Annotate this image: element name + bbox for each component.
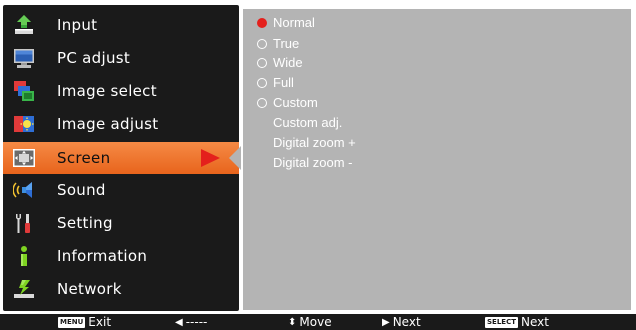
input-arrow-icon (13, 14, 35, 36)
option-label: True (273, 36, 300, 51)
menu-item-label: Image adjust (57, 115, 159, 133)
menu-item-label: Screen (57, 149, 111, 167)
menu-item-screen[interactable]: Screen (3, 142, 241, 174)
option-label: Digital zoom - (273, 155, 353, 170)
help-move: ⬍ Move (288, 315, 332, 329)
screen-submenu: Normal True Wide Full Custom Custom adj.… (243, 9, 631, 310)
radio-selected-icon (257, 18, 267, 28)
menu-item-image-adjust[interactable]: Image adjust (3, 108, 239, 140)
menu-item-input[interactable]: Input (3, 9, 239, 41)
radio-empty-icon (257, 39, 267, 49)
help-next: ▶ Next (382, 315, 421, 329)
menu-item-label: Setting (57, 214, 113, 232)
menu-item-image-select[interactable]: Image select (3, 75, 239, 107)
option-label: Full (273, 75, 294, 90)
image-select-icon (13, 80, 35, 102)
wrench-icon (13, 212, 35, 234)
left-arrow-icon: ◀ (175, 316, 183, 328)
menu-item-label: Input (57, 16, 98, 34)
menu-item-information[interactable]: Information (3, 240, 239, 272)
selection-arrow-icon (201, 149, 220, 167)
radio-empty-icon (257, 58, 267, 68)
projector-osd: Input PC adjust Image select Image adjus… (0, 0, 636, 330)
menu-item-label: Image select (57, 82, 157, 100)
screen-icon (13, 147, 35, 169)
option-label: Custom (273, 95, 318, 110)
up-down-arrow-icon: ⬍ (288, 316, 297, 328)
option-label: Digital zoom + (273, 135, 356, 150)
menu-item-label: Sound (57, 181, 106, 199)
help-select-label: Next (520, 315, 549, 329)
menu-item-network[interactable]: Network (3, 273, 239, 305)
image-adjust-icon (13, 113, 35, 135)
help-move-label: Move (299, 315, 332, 329)
menu-item-setting[interactable]: Setting (3, 207, 239, 239)
main-menu: Input PC adjust Image select Image adjus… (3, 5, 241, 311)
help-bar: MENU Exit ◀ ----- ⬍ Move ▶ Next SELECT N… (0, 314, 636, 330)
select-key-icon: SELECT (485, 316, 518, 328)
menu-item-label: Information (57, 247, 148, 265)
menu-item-sound[interactable]: Sound (3, 174, 239, 206)
monitor-icon (13, 47, 35, 69)
radio-empty-icon (257, 78, 267, 88)
option-label: Custom adj. (273, 115, 343, 130)
speaker-icon (12, 179, 35, 201)
menu-item-label: Network (57, 280, 122, 298)
help-exit: MENU Exit (58, 315, 111, 329)
help-back-label: ----- (185, 315, 208, 329)
help-back: ◀ ----- (175, 315, 207, 329)
option-label: Wide (273, 55, 303, 70)
radio-empty-icon (257, 98, 267, 108)
menu-key-icon: MENU (58, 316, 86, 328)
right-arrow-icon: ▶ (382, 316, 390, 328)
help-next-label: Next (392, 315, 421, 329)
info-icon (13, 245, 35, 267)
network-icon (13, 278, 35, 300)
help-exit-label: Exit (88, 315, 112, 329)
menu-item-pc-adjust[interactable]: PC adjust (3, 42, 239, 74)
menu-item-label: PC adjust (57, 49, 131, 67)
option-label: Normal (273, 15, 315, 30)
help-select: SELECT Next (485, 315, 549, 329)
submenu-pointer (229, 146, 241, 170)
